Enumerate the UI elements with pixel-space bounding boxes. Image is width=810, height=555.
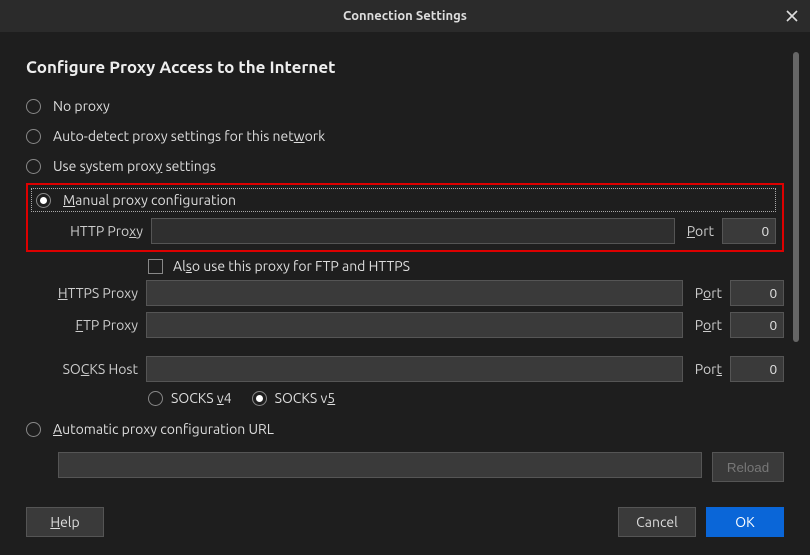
radio-label: Use system proxy settings (53, 158, 216, 174)
radio-icon (26, 422, 41, 437)
checkbox-icon (148, 259, 163, 274)
https-port-input[interactable] (730, 280, 784, 306)
button-bar: Help Cancel OK (0, 492, 810, 552)
socks-port-label: Port (691, 361, 722, 377)
reload-button[interactable]: Reload (712, 452, 784, 482)
radio-icon (26, 99, 41, 114)
radio-socks-v4[interactable]: SOCKS v4 (148, 390, 232, 406)
cancel-button[interactable]: Cancel (618, 507, 696, 537)
auto-config-url-input[interactable] (58, 452, 702, 478)
socks-host-input[interactable] (146, 356, 683, 382)
ftp-proxy-input[interactable] (146, 312, 683, 338)
checkbox-label: Also use this proxy for FTP and HTTPS (173, 258, 410, 274)
radio-label: No proxy (53, 98, 110, 114)
ftp-proxy-label: FTP Proxy (26, 317, 138, 333)
http-proxy-row: HTTP Proxy Port (31, 218, 776, 244)
also-use-proxy-checkbox[interactable]: Also use this proxy for FTP and HTTPS (148, 258, 784, 274)
right-button-group: Cancel OK (618, 507, 784, 537)
auto-config-input-row: Reload (58, 452, 784, 482)
radio-label: SOCKS v4 (171, 390, 232, 406)
close-icon (786, 10, 798, 22)
highlighted-region: Manual proxy configuration HTTP Proxy Po… (26, 183, 784, 252)
radio-socks-v5[interactable]: SOCKS v5 (252, 390, 336, 406)
ftp-port-label: Port (691, 317, 722, 333)
help-button[interactable]: Help (26, 507, 104, 537)
https-proxy-input[interactable] (146, 280, 683, 306)
socks-port-input[interactable] (730, 356, 784, 382)
radio-label: Auto-detect proxy settings for this netw… (53, 128, 325, 144)
ok-button[interactable]: OK (706, 507, 784, 537)
page-heading: Configure Proxy Access to the Internet (26, 58, 784, 77)
socks-version-row: SOCKS v4 SOCKS v5 (148, 390, 784, 406)
radio-auto-config-url[interactable]: Automatic proxy configuration URL (26, 414, 784, 444)
radio-label: Manual proxy configuration (63, 192, 236, 208)
radio-icon (26, 129, 41, 144)
https-proxy-row: HTTPS Proxy Port (26, 280, 784, 306)
radio-icon (252, 391, 267, 406)
http-proxy-label: HTTP Proxy (31, 223, 143, 239)
ftp-proxy-row: FTP Proxy Port (26, 312, 784, 338)
socks-host-row: SOCKS Host Port (26, 356, 784, 382)
radio-system-proxy[interactable]: Use system proxy settings (26, 151, 784, 181)
radio-manual-proxy[interactable]: Manual proxy configuration (31, 188, 776, 212)
radio-icon (148, 391, 163, 406)
ftp-port-input[interactable] (730, 312, 784, 338)
radio-icon (26, 159, 41, 174)
radio-label: SOCKS v5 (275, 390, 336, 406)
http-proxy-input[interactable] (151, 218, 675, 244)
radio-label: Automatic proxy configuration URL (53, 421, 274, 437)
radio-no-proxy[interactable]: No proxy (26, 91, 784, 121)
window-title: Connection Settings (343, 9, 467, 23)
radio-auto-detect[interactable]: Auto-detect proxy settings for this netw… (26, 121, 784, 151)
socks-host-label: SOCKS Host (26, 361, 138, 377)
http-port-label: Port (683, 223, 714, 239)
https-port-label: Port (691, 285, 722, 301)
scrollbar[interactable] (793, 52, 799, 342)
dialog-content: Configure Proxy Access to the Internet N… (0, 32, 810, 492)
http-port-input[interactable] (722, 218, 776, 244)
titlebar: Connection Settings (0, 0, 810, 32)
radio-icon (36, 193, 51, 208)
https-proxy-label: HTTPS Proxy (26, 285, 138, 301)
close-button[interactable] (782, 6, 802, 26)
